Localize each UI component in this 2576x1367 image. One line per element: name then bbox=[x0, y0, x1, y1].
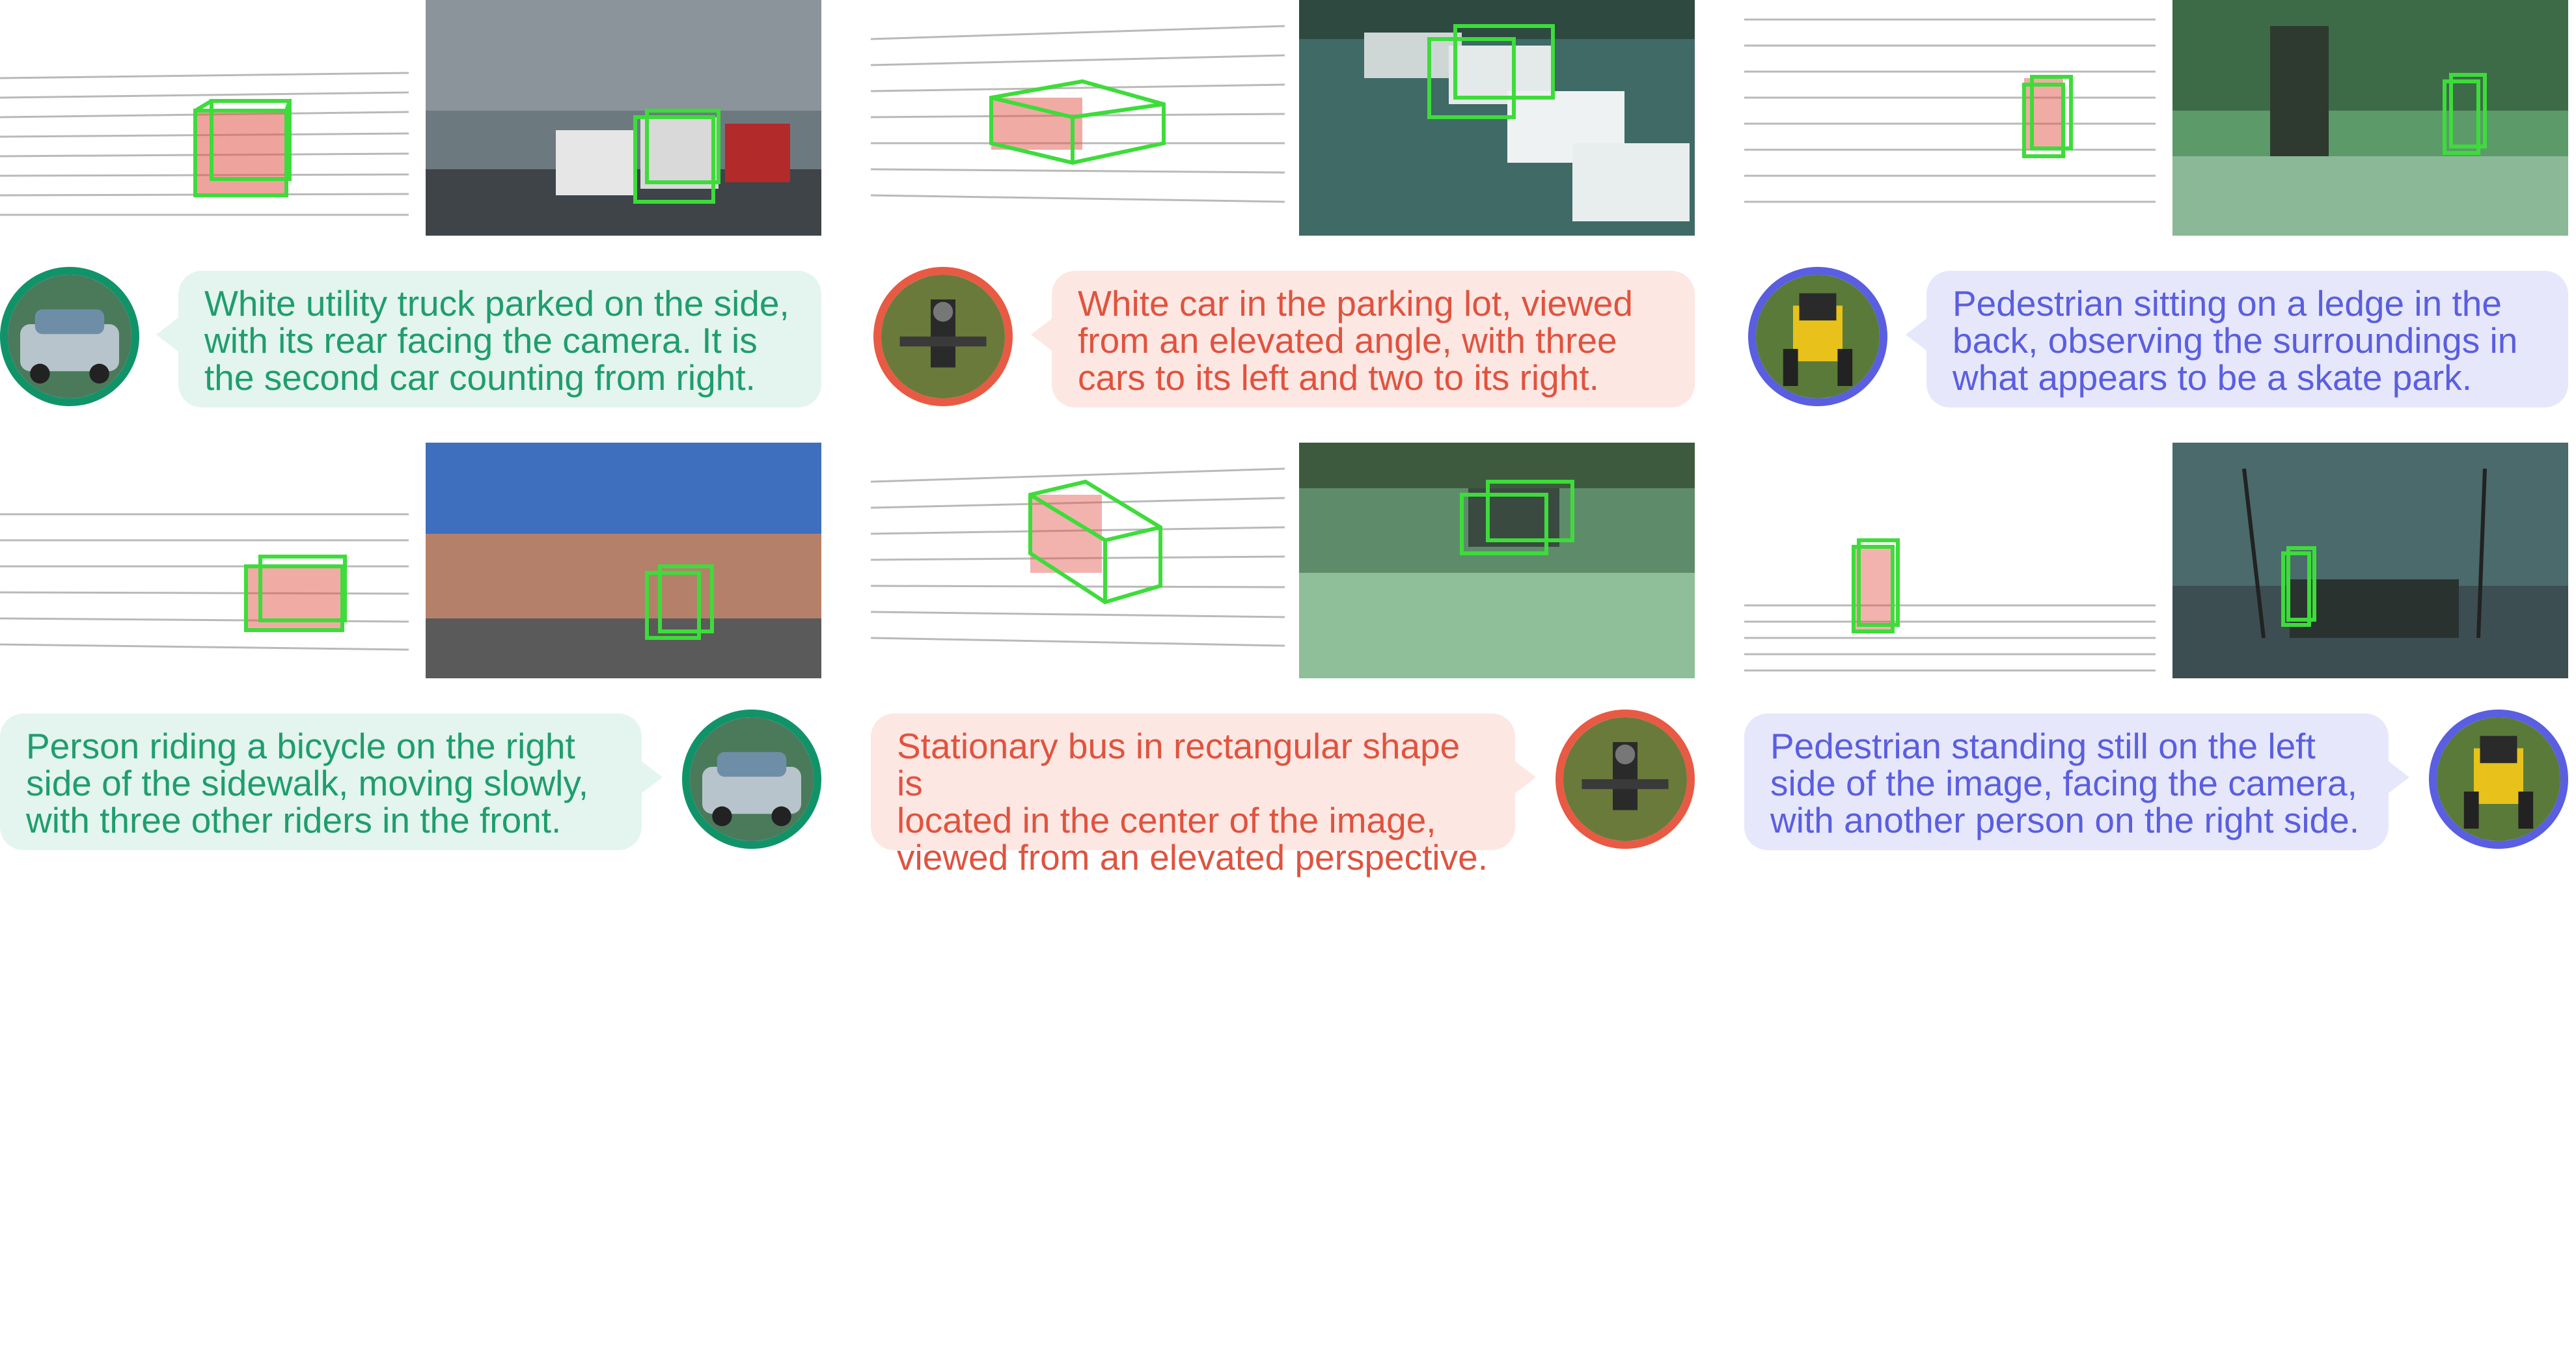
lidar-view-5 bbox=[871, 443, 1285, 678]
caption-text: Stationary bus in rectangular shape is l… bbox=[897, 726, 1488, 877]
caption-text: Pedestrian standing still on the left si… bbox=[1770, 726, 2360, 840]
bubble-tail bbox=[156, 318, 178, 352]
lidar-view-6 bbox=[1744, 443, 2156, 678]
camera-view-2 bbox=[1299, 0, 1695, 236]
caption-bubble-3: Pedestrian sitting on a ledge in the bac… bbox=[1926, 271, 2568, 407]
drone-icon bbox=[1555, 710, 1695, 849]
drone-icon bbox=[873, 267, 1013, 406]
caption-bubble-5: Stationary bus in rectangular shape is l… bbox=[871, 713, 1515, 876]
camera-view-3 bbox=[2172, 0, 2568, 236]
lidar-view-4 bbox=[0, 443, 409, 678]
lidar-view-1 bbox=[0, 0, 409, 236]
robot-dog-icon bbox=[2429, 710, 2568, 849]
car-icon bbox=[682, 710, 821, 849]
camera-view-6 bbox=[2172, 443, 2568, 678]
lidar-view-2 bbox=[871, 0, 1285, 236]
camera-view-4 bbox=[426, 443, 821, 678]
bubble-tail bbox=[1031, 318, 1053, 352]
bubble-tail bbox=[2387, 760, 2409, 794]
caption-text: White car in the parking lot, viewed fro… bbox=[1078, 283, 1633, 398]
caption-bubble-2: White car in the parking lot, viewed fro… bbox=[1052, 271, 1695, 407]
lidar-view-3 bbox=[1744, 0, 2156, 236]
caption-text: Person riding a bicycle on the right sid… bbox=[26, 726, 589, 840]
caption-bubble-1: White utility truck parked on the side, … bbox=[178, 271, 821, 407]
caption-text: Pedestrian sitting on a ledge in the bac… bbox=[1953, 283, 2518, 398]
car-icon bbox=[0, 267, 139, 406]
camera-view-5 bbox=[1299, 443, 1695, 678]
bubble-tail bbox=[640, 760, 663, 794]
robot-dog-icon bbox=[1748, 267, 1887, 406]
caption-text: White utility truck parked on the side, … bbox=[204, 283, 789, 398]
camera-view-1 bbox=[426, 0, 821, 236]
caption-bubble-4: Person riding a bicycle on the right sid… bbox=[0, 713, 642, 850]
bubble-tail bbox=[1906, 318, 1928, 352]
bubble-tail bbox=[1514, 760, 1536, 794]
caption-bubble-6: Pedestrian standing still on the left si… bbox=[1744, 713, 2389, 850]
